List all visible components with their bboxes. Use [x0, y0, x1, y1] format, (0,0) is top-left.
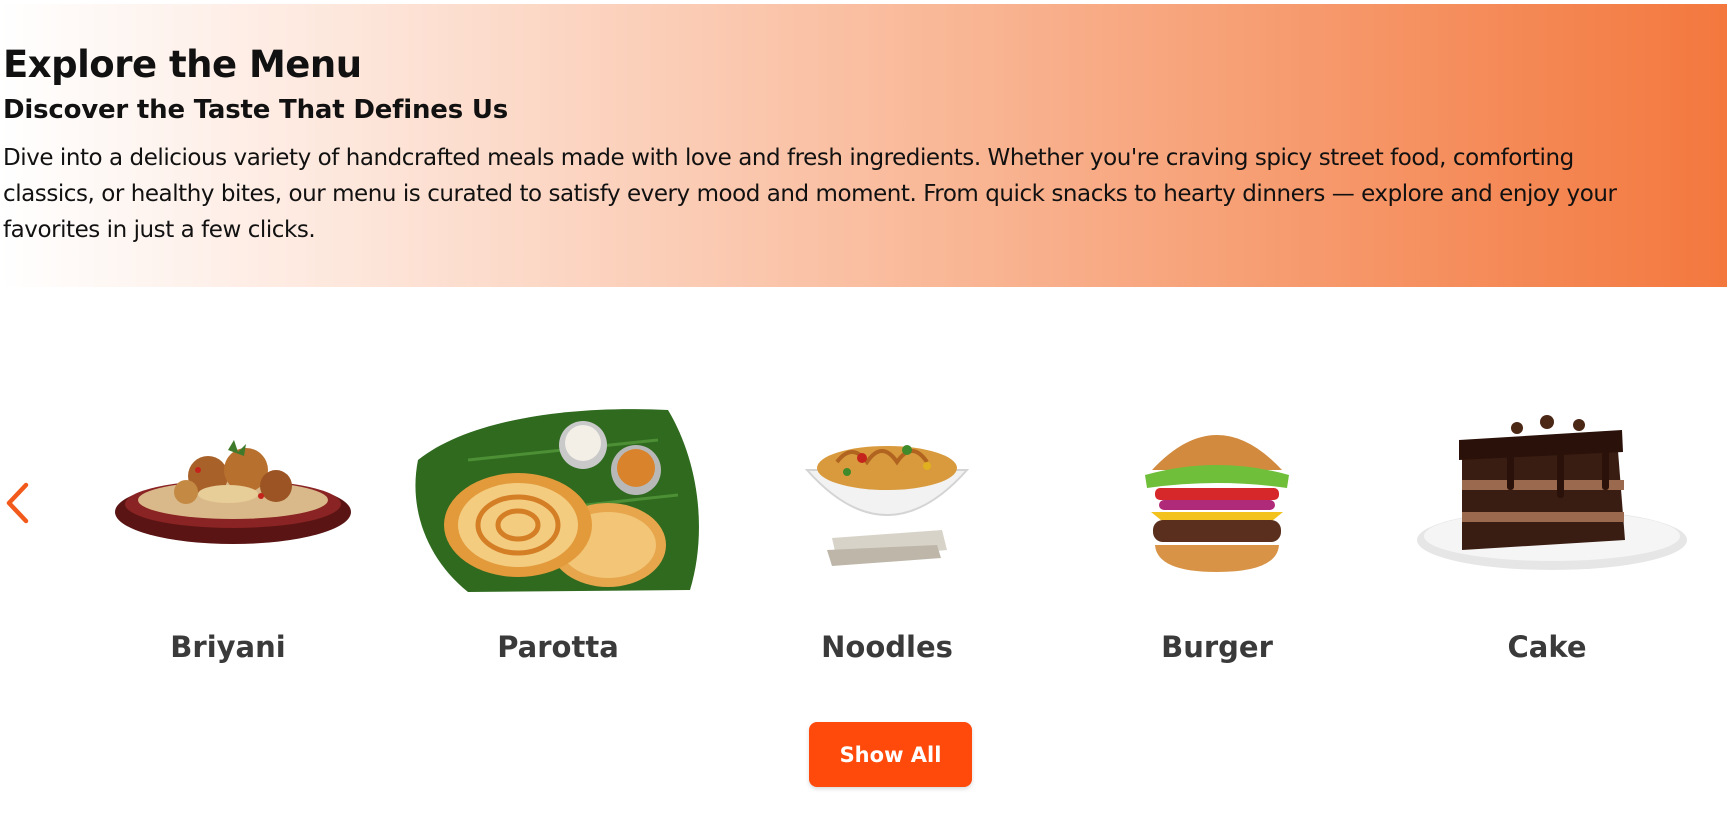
menu-hero-banner: Explore the Menu Discover the Taste That…	[0, 4, 1727, 287]
menu-item-label: Briyani	[170, 630, 286, 664]
show-all-button[interactable]: Show All	[809, 722, 972, 787]
menu-item-briyani[interactable]: Briyani	[78, 400, 378, 690]
chevron-left-icon	[6, 482, 29, 524]
noodles-image	[804, 445, 970, 566]
menu-item-noodles[interactable]: Noodles	[737, 400, 1037, 690]
page-title: Explore the Menu	[3, 43, 362, 86]
biryani-image	[115, 440, 351, 544]
menu-item-cake[interactable]: Cake	[1397, 400, 1697, 690]
menu-item-burger[interactable]: Burger	[1067, 400, 1367, 690]
menu-item-parotta[interactable]: Parotta	[408, 400, 708, 690]
menu-item-label: Parotta	[497, 630, 619, 664]
burger-image	[1145, 435, 1289, 572]
menu-item-label: Noodles	[821, 630, 953, 664]
page-subtitle: Discover the Taste That Defines Us	[3, 95, 509, 125]
menu-description: Dive into a delicious variety of handcra…	[3, 145, 1617, 243]
menu-item-label: Burger	[1161, 630, 1273, 664]
cake-image	[1417, 415, 1687, 570]
parotta-image	[415, 409, 699, 592]
menu-item-label: Cake	[1507, 630, 1587, 664]
carousel-prev-button[interactable]	[0, 478, 34, 528]
